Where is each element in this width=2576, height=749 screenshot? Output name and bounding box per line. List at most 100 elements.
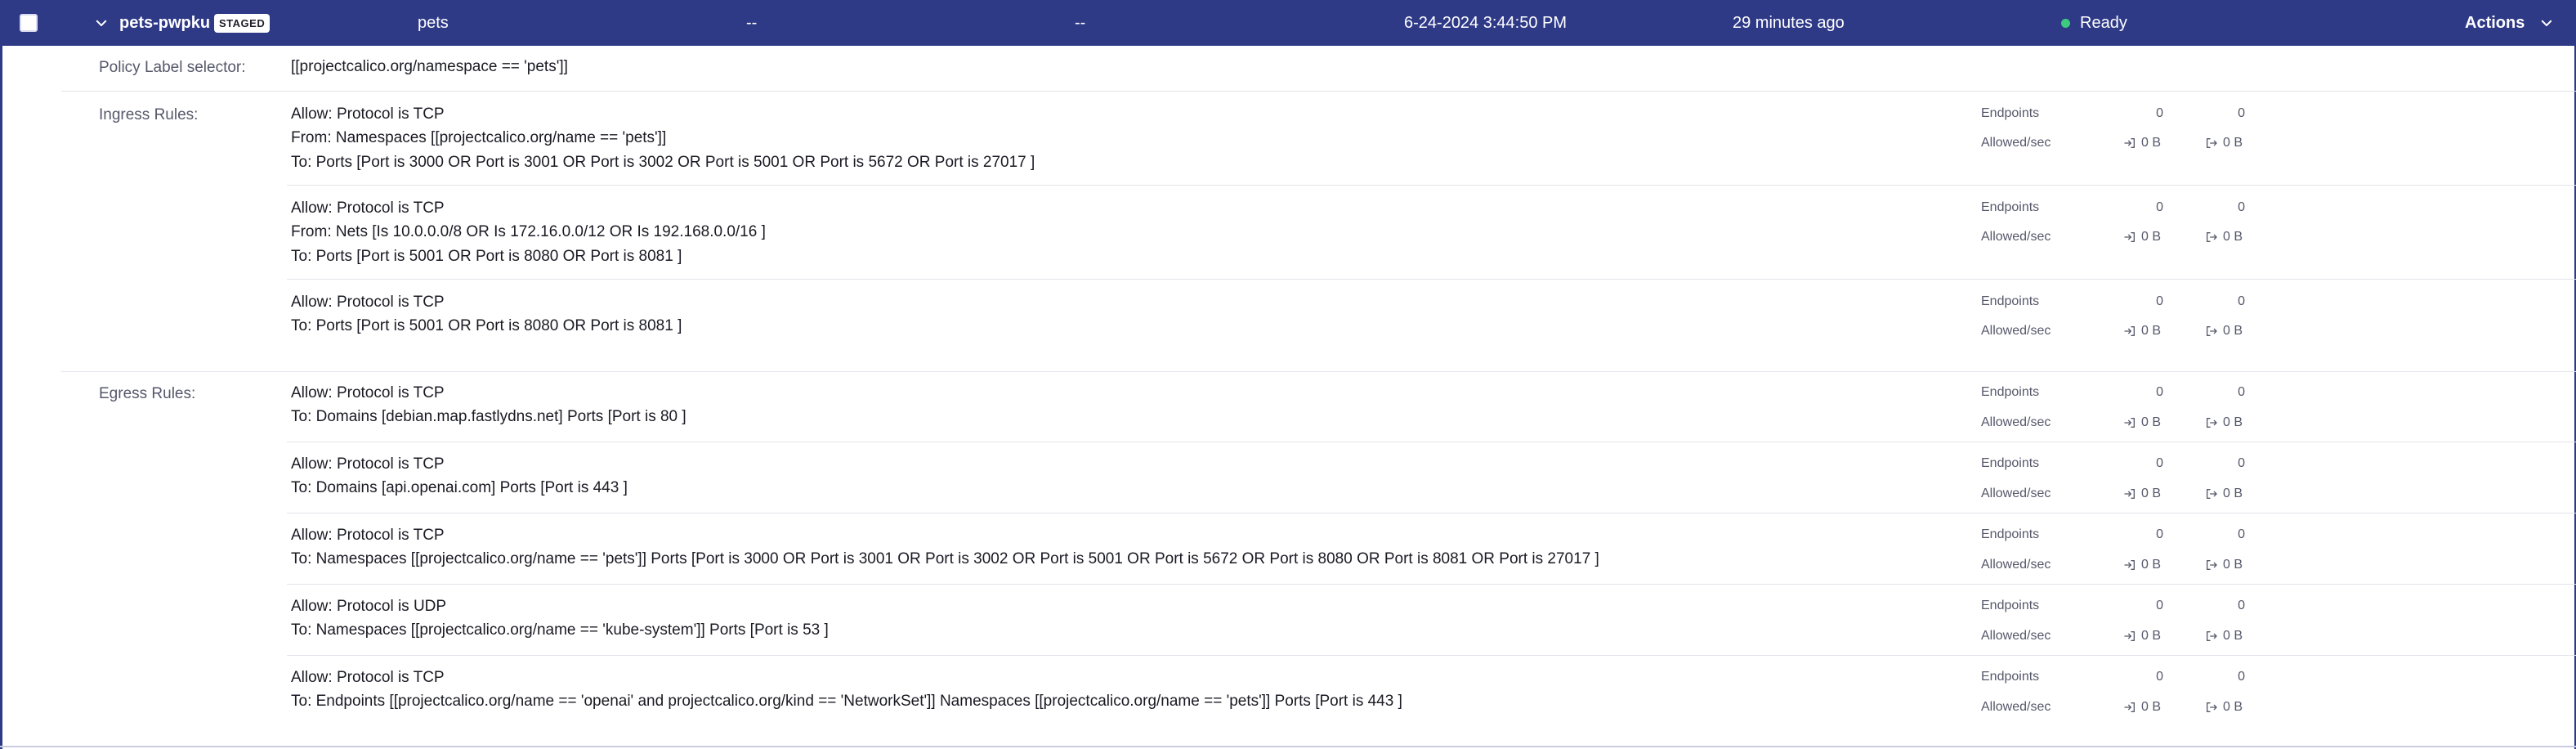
allowed-in: 0 B xyxy=(2123,487,2161,501)
allowed-label: Allowed/sec xyxy=(1981,415,2051,429)
endpoints-in: 0 xyxy=(2156,385,2163,399)
endpoints-in: 0 xyxy=(2156,670,2163,684)
allowed-in: 0 B xyxy=(2123,230,2161,244)
arrow-in-icon xyxy=(2124,560,2135,570)
endpoints-label: Endpoints xyxy=(1981,294,2040,308)
staged-badge: STAGED xyxy=(214,14,271,33)
allowed-label: Allowed/sec xyxy=(1981,700,2051,714)
selector-label: Policy Label selector: xyxy=(99,59,246,76)
allowed-in: 0 B xyxy=(2123,558,2161,572)
allowed-label: Allowed/sec xyxy=(1981,487,2051,500)
divider xyxy=(61,91,2576,92)
rule-line: To: Ports [Port is 5001 OR Port is 8080 … xyxy=(291,248,682,265)
allowed-label: Allowed/sec xyxy=(1981,558,2051,572)
divider xyxy=(287,513,2576,514)
arrow-out-icon xyxy=(2207,232,2217,242)
endpoints-out: 0 xyxy=(2238,456,2245,470)
selector-value: [[projectcalico.org/namespace == 'pets']… xyxy=(291,58,568,75)
allowed-out: 0 B xyxy=(2205,324,2243,339)
divider xyxy=(287,279,2576,280)
status-dot-icon xyxy=(2061,18,2070,28)
age-cell: 29 minutes ago xyxy=(1733,13,1845,32)
empty-cell-1: -- xyxy=(746,13,758,32)
rule-line: Allow: Protocol is TCP xyxy=(291,200,445,217)
policy-header-row[interactable]: pets-pwpku STAGED pets -- -- 6-24-2024 3… xyxy=(0,0,2576,46)
chevron-down-icon xyxy=(2542,20,2552,26)
allowed-label: Allowed/sec xyxy=(1981,230,2051,244)
rule-line: To: Namespaces [[projectcalico.org/name … xyxy=(291,550,1599,567)
arrow-in-icon xyxy=(2124,631,2135,641)
actions-menu-button[interactable]: Actions xyxy=(2465,0,2554,46)
rule-line: To: Ports [Port is 3000 OR Port is 3001 … xyxy=(291,154,1035,171)
allowed-out: 0 B xyxy=(2205,629,2243,644)
arrow-out-icon xyxy=(2207,418,2217,428)
endpoints-label: Endpoints xyxy=(1981,670,2040,684)
empty-cell-2: -- xyxy=(1075,13,1086,32)
rule-line: Allow: Protocol is UDP xyxy=(291,598,447,615)
endpoints-label: Endpoints xyxy=(1981,456,2040,470)
endpoints-out: 0 xyxy=(2238,106,2245,120)
rule-line: To: Domains [debian.map.fastlydns.net] P… xyxy=(291,408,686,425)
policy-name[interactable]: pets-pwpku xyxy=(119,0,210,46)
divider xyxy=(287,584,2576,585)
endpoints-out: 0 xyxy=(2238,527,2245,541)
rule-line: To: Domains [api.openai.com] Ports [Port… xyxy=(291,479,628,496)
namespace-cell: pets xyxy=(418,13,449,32)
arrow-in-icon xyxy=(2124,138,2135,148)
allowed-in: 0 B xyxy=(2123,324,2161,339)
arrow-out-icon xyxy=(2207,702,2217,712)
endpoints-in: 0 xyxy=(2156,527,2163,541)
divider xyxy=(287,185,2576,186)
rule-line: Allow: Protocol is TCP xyxy=(291,384,445,401)
arrow-out-icon xyxy=(2207,489,2217,499)
divider xyxy=(287,655,2576,656)
allowed-out: 0 B xyxy=(2205,558,2243,572)
allowed-out: 0 B xyxy=(2205,136,2243,150)
allowed-out: 0 B xyxy=(2205,415,2243,430)
rule-line: From: Namespaces [[projectcalico.org/nam… xyxy=(291,129,667,146)
status-text: Ready xyxy=(2080,13,2127,32)
egress-rules-label: Egress Rules: xyxy=(99,385,196,402)
arrow-out-icon xyxy=(2207,631,2217,641)
allowed-in: 0 B xyxy=(2123,136,2161,150)
endpoints-out: 0 xyxy=(2238,200,2245,214)
allowed-label: Allowed/sec xyxy=(1981,136,2051,150)
rule-line: To: Ports [Port is 5001 OR Port is 8080 … xyxy=(291,317,682,334)
allowed-label: Allowed/sec xyxy=(1981,629,2051,643)
rule-line: From: Nets [Is 10.0.0.0/8 OR Is 172.16.0… xyxy=(291,223,766,240)
arrow-in-icon xyxy=(2124,232,2135,242)
ingress-rules-label: Ingress Rules: xyxy=(99,106,199,123)
rule-line: Allow: Protocol is TCP xyxy=(291,455,445,473)
arrow-out-icon xyxy=(2207,326,2217,336)
select-checkbox[interactable] xyxy=(20,14,38,32)
endpoints-in: 0 xyxy=(2156,106,2163,120)
rule-line: To: Endpoints [[projectcalico.org/name =… xyxy=(291,693,1402,710)
arrow-in-icon xyxy=(2124,489,2135,499)
endpoints-label: Endpoints xyxy=(1981,200,2040,214)
endpoints-label: Endpoints xyxy=(1981,385,2040,399)
endpoints-in: 0 xyxy=(2156,599,2163,612)
created-timestamp: 6-24-2024 3:44:50 PM xyxy=(1404,13,1568,32)
allowed-out: 0 B xyxy=(2205,487,2243,501)
bottom-border xyxy=(0,746,2576,747)
rule-line: Allow: Protocol is TCP xyxy=(291,105,445,123)
allowed-in: 0 B xyxy=(2123,629,2161,644)
chevron-down-icon[interactable] xyxy=(93,0,110,46)
rule-line: Allow: Protocol is TCP xyxy=(291,527,445,544)
endpoints-out: 0 xyxy=(2238,294,2245,308)
arrow-out-icon xyxy=(2207,560,2217,570)
endpoints-label: Endpoints xyxy=(1981,599,2040,612)
arrow-in-icon xyxy=(2124,702,2135,712)
allowed-label: Allowed/sec xyxy=(1981,324,2051,338)
rule-line: Allow: Protocol is TCP xyxy=(291,294,445,311)
endpoints-label: Endpoints xyxy=(1981,527,2040,541)
endpoints-label: Endpoints xyxy=(1981,106,2040,120)
rule-line: Allow: Protocol is TCP xyxy=(291,669,445,686)
arrow-in-icon xyxy=(2124,326,2135,336)
endpoints-out: 0 xyxy=(2238,670,2245,684)
allowed-in: 0 B xyxy=(2123,415,2161,430)
status-cell: Ready xyxy=(2061,0,2127,46)
rule-line: To: Namespaces [[projectcalico.org/name … xyxy=(291,621,829,639)
endpoints-in: 0 xyxy=(2156,456,2163,470)
actions-label: Actions xyxy=(2465,13,2525,32)
